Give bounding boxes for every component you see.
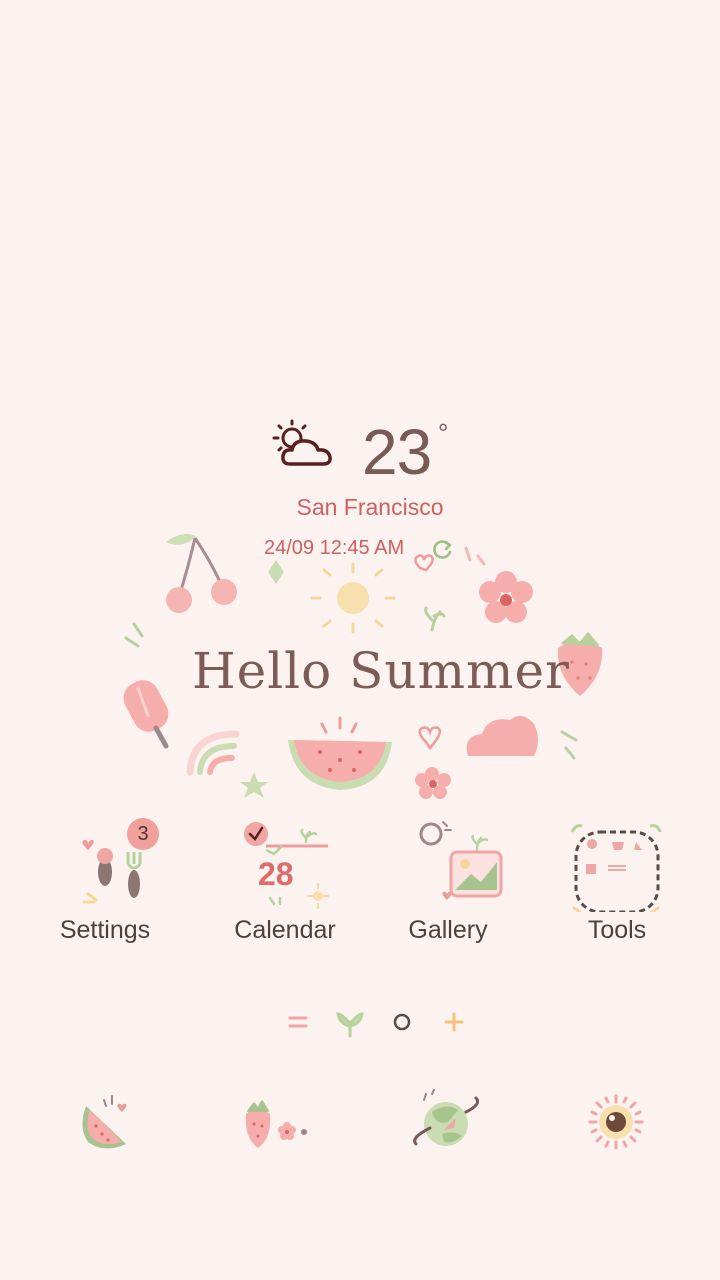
partly-cloudy-icon (272, 419, 332, 466)
hello-summer-banner: Hello Summer (192, 642, 570, 700)
home-sprout-icon (336, 1012, 364, 1038)
app-label: Tools (587, 916, 647, 944)
watermelon-icon (288, 716, 392, 790)
contacts-strawberry-icon[interactable] (232, 1082, 312, 1162)
app-label: Calendar (234, 916, 336, 944)
app-label: Settings (59, 916, 151, 944)
gallery-icon (419, 821, 503, 900)
phone-watermelon-icon[interactable] (64, 1082, 144, 1162)
city-name: San Francisco (296, 494, 444, 520)
cherry-icon (166, 534, 237, 613)
app-settings[interactable]: 3 Settings (20, 812, 190, 952)
camera-sun-icon[interactable] (576, 1082, 656, 1162)
temperature: 23 (362, 416, 432, 488)
calendar-date: 28 (258, 856, 294, 892)
browser-planet-icon[interactable] (406, 1082, 486, 1162)
sun-icon (310, 562, 396, 634)
add-page-icon (444, 1012, 464, 1032)
flower-icon (479, 571, 533, 623)
app-label: Gallery (408, 916, 488, 944)
page-indicator[interactable] (280, 1002, 470, 1042)
menu-icon (288, 1016, 308, 1028)
app-tools[interactable]: Tools (532, 812, 702, 952)
popsicle-icon (123, 680, 169, 749)
folder-icon (570, 824, 662, 912)
app-calendar[interactable]: 28 Calendar (200, 812, 370, 952)
notification-badge: 3 (127, 818, 159, 850)
app-gallery[interactable]: Gallery (363, 812, 533, 952)
rainbow-icon (186, 730, 240, 776)
degree-symbol: ° (438, 418, 449, 448)
page-dot-icon (393, 1013, 411, 1031)
